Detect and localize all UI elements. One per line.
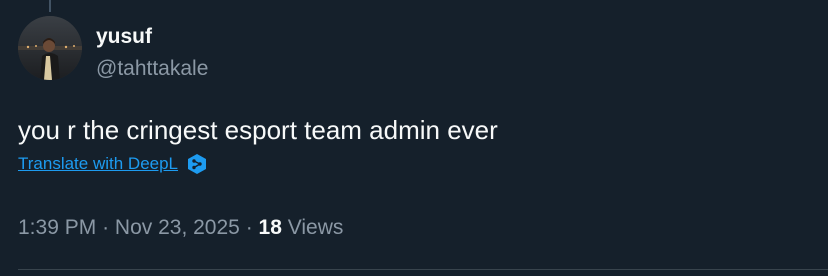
tweet-metadata: 1:39 PM · Nov 23, 2025 · 18 Views: [18, 215, 343, 241]
tweet-text: you r the cringest esport team admin eve…: [18, 115, 498, 145]
meta-separator: ·: [245, 216, 253, 239]
tweet-detail: yusuf @tahttakale you r the cringest esp…: [0, 0, 828, 276]
author-display-name[interactable]: yusuf: [96, 24, 152, 50]
thread-connector-line: [49, 0, 51, 12]
translate-label[interactable]: Translate with DeepL: [18, 153, 178, 175]
views-count[interactable]: 18: [259, 216, 282, 239]
author-handle[interactable]: @tahttakale: [96, 56, 208, 82]
divider: [18, 269, 828, 270]
tweet-time[interactable]: 1:39 PM: [18, 216, 96, 239]
translate-button[interactable]: Translate with DeepL: [18, 153, 208, 175]
meta-separator: ·: [102, 216, 110, 239]
views-label: Views: [287, 216, 344, 239]
deepl-icon: [186, 153, 208, 175]
tweet-date[interactable]: Nov 23, 2025: [115, 216, 240, 239]
avatar[interactable]: [18, 16, 82, 80]
